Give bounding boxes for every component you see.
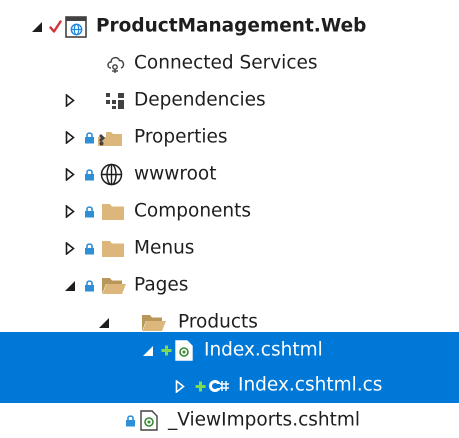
tree-node-connected-services[interactable]: Connected Services bbox=[0, 45, 459, 82]
tree-node-index-cshtml-cs[interactable]: Index.cshtml.cs bbox=[0, 369, 459, 403]
tree-node-properties[interactable]: Properties bbox=[0, 119, 459, 156]
tree-node-dependencies[interactable]: Dependencies bbox=[0, 82, 459, 119]
solution-explorer-tree: ProductManagement.Web Connected Services bbox=[0, 0, 459, 438]
tree-node-label: wwwroot bbox=[134, 162, 217, 184]
lock-icon bbox=[83, 279, 95, 293]
csharp-file-icon bbox=[208, 376, 230, 396]
properties-folder-icon bbox=[96, 127, 124, 149]
tree-node-label: Index.cshtml.cs bbox=[238, 374, 383, 396]
tree-node-wwwroot[interactable]: wwwroot bbox=[0, 156, 459, 193]
tree-node-label: Pages bbox=[134, 273, 189, 295]
globe-icon bbox=[98, 163, 124, 187]
lock-icon bbox=[83, 131, 95, 145]
lock-icon bbox=[124, 414, 136, 428]
lock-icon bbox=[83, 242, 95, 256]
lock-icon bbox=[83, 205, 95, 219]
connected-services-icon bbox=[104, 53, 128, 75]
collapse-triangle-icon[interactable] bbox=[30, 20, 44, 34]
web-project-icon bbox=[64, 15, 88, 39]
tree-node-viewimports[interactable]: _ViewImports.cshtml bbox=[0, 403, 459, 438]
expand-triangle-icon[interactable] bbox=[64, 94, 76, 108]
expand-triangle-icon[interactable] bbox=[174, 379, 186, 393]
expand-triangle-icon[interactable] bbox=[64, 242, 76, 256]
tree-node-project[interactable]: ProductManagement.Web bbox=[0, 8, 459, 45]
tree-node-index-cshtml[interactable]: Index.cshtml bbox=[0, 332, 459, 369]
collapse-triangle-icon[interactable] bbox=[63, 279, 77, 293]
tree-node-label: Properties bbox=[134, 125, 228, 147]
expand-triangle-icon[interactable] bbox=[64, 131, 76, 145]
expand-triangle-icon[interactable] bbox=[64, 205, 76, 219]
add-icon bbox=[160, 345, 172, 357]
add-icon bbox=[194, 380, 206, 392]
tree-node-label: Products bbox=[178, 310, 258, 332]
checkmark-icon bbox=[48, 19, 62, 35]
tree-node-menus[interactable]: Menus bbox=[0, 230, 459, 267]
tree-node-label: Components bbox=[134, 199, 252, 221]
lock-icon bbox=[83, 168, 95, 182]
folder-icon bbox=[100, 239, 126, 259]
expand-triangle-icon[interactable] bbox=[64, 168, 76, 182]
tree-node-label: _ViewImports.cshtml bbox=[168, 408, 361, 430]
collapse-triangle-icon[interactable] bbox=[141, 344, 155, 358]
collapse-triangle-icon[interactable] bbox=[97, 316, 111, 330]
tree-node-components[interactable]: Components bbox=[0, 193, 459, 230]
razor-file-icon bbox=[174, 340, 194, 362]
razor-file-icon bbox=[139, 410, 159, 432]
tree-node-label: Menus bbox=[134, 236, 195, 258]
tree-node-label: Index.cshtml bbox=[204, 338, 323, 360]
dependencies-icon bbox=[104, 91, 126, 111]
folder-icon bbox=[100, 202, 126, 222]
project-label: ProductManagement.Web bbox=[96, 14, 367, 36]
tree-node-label: Dependencies bbox=[134, 88, 266, 110]
open-folder-icon bbox=[140, 313, 168, 333]
tree-node-pages[interactable]: Pages bbox=[0, 267, 459, 304]
tree-node-label: Connected Services bbox=[134, 51, 318, 73]
open-folder-icon bbox=[100, 276, 128, 296]
